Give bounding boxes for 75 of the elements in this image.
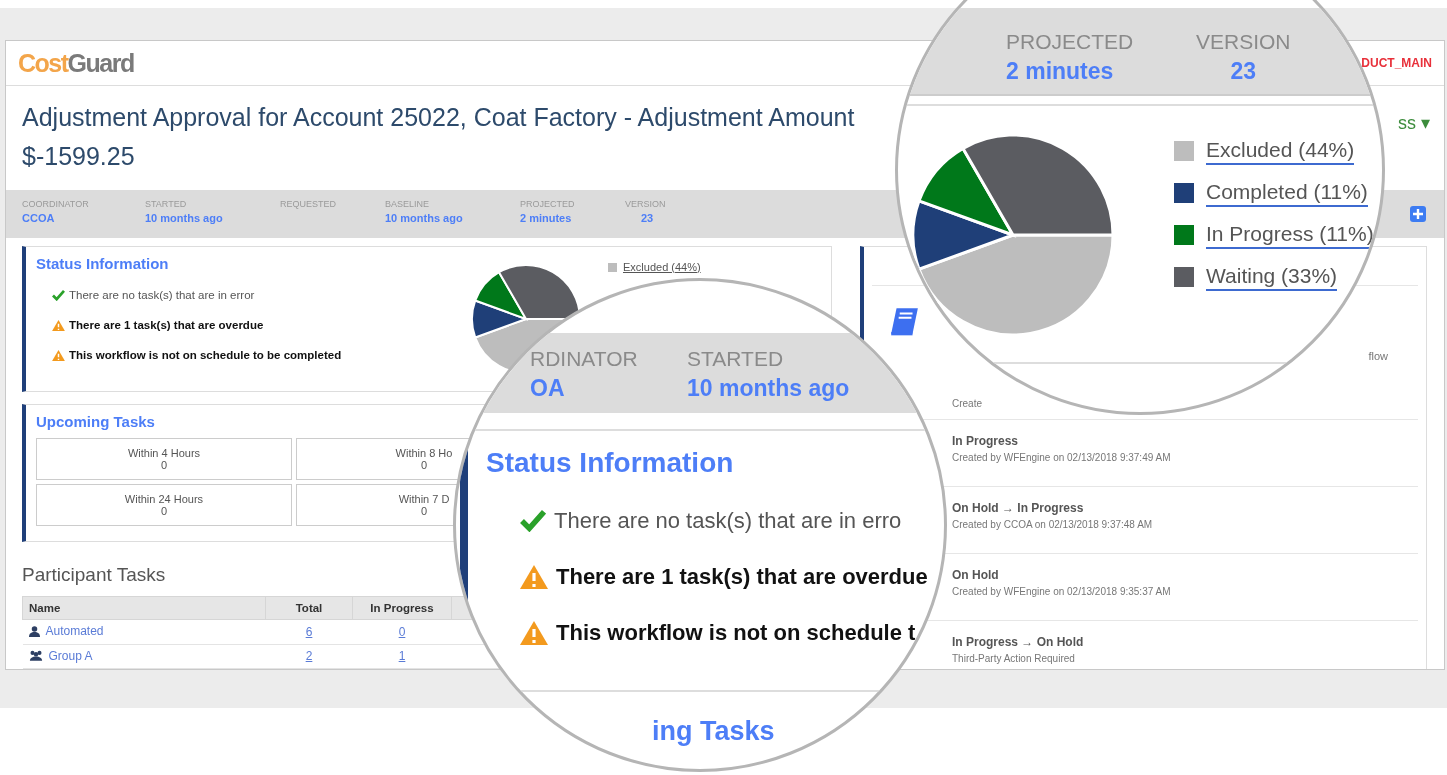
warning-icon [52,319,65,331]
legend-link[interactable]: In Progress (11%) [1206,221,1374,249]
status-message: There are 1 task(s) that are overdue [556,564,928,590]
history-detail: Created by CCOA on 02/13/2018 9:37:48 AM [952,519,1154,530]
count-link[interactable]: 0 [398,624,406,639]
field-value: 2 minutes [1006,58,1115,85]
check-icon [52,289,65,301]
history-title: In Progress → On Hold [952,635,1085,649]
legend-link[interactable]: Excluded (44%) [623,261,701,273]
legend-link[interactable]: Completed (11%) [1206,179,1368,207]
legend-link[interactable]: Excluded (44%) [1206,137,1355,165]
field-label: REQUESTED [280,199,337,209]
cell-label: Within 4 Hours [126,447,202,459]
history-detail: Third-Party Action Required [952,653,1076,664]
count-link[interactable]: 2 [305,649,313,664]
history-title: On Hold [952,568,1000,582]
group-icon [28,650,43,661]
field-value: 10 months ago [145,212,224,224]
field-label: RDINATOR [530,347,638,371]
history-text: flow [1368,350,1388,362]
status-dropdown[interactable]: ss ▾ [1398,112,1430,134]
status-message: This workflow is not on schedule to be completed [69,349,342,361]
logo: CostGuard [18,48,134,78]
history-detail: Created by WFEngine on 02/13/2018 9:37:49 AM [952,452,1172,463]
history-title: In Progress [952,434,1020,448]
book-icon [888,306,920,338]
warning-icon [520,565,548,589]
field-label: VERSION [1196,30,1291,54]
cell-value: 0 [159,459,169,471]
status-message: There are no task(s) that are in erro [554,508,902,534]
section-title: Participant Tasks [22,564,166,586]
card-title: ing Tasks [652,716,775,747]
warning-icon [52,349,65,361]
column-header: In Progress [352,596,452,620]
field-label: PROJECTED [520,199,576,209]
page-title: Adjustment Approval for Account 25022, Coat Factory - Adjustment Amount $-1599.25 [22,102,856,172]
field-label: COORDINATOR [22,199,90,209]
column-header: Name [22,596,266,620]
participant-name: Group A [48,648,93,663]
field-label: STARTED [687,347,784,371]
cell-value: 0 [159,505,169,517]
add-icon[interactable] [1410,206,1426,222]
legend-link[interactable]: Waiting (33%) [1206,263,1338,291]
status-message: This workflow is not on schedule t [556,620,916,646]
count-link[interactable]: 1 [398,649,406,664]
history-title: On Hold → In Progress [952,501,1085,515]
field-value: 23 [640,212,655,224]
card-title: Status Information [486,447,735,479]
field-label: PROJECTED [1006,30,1135,54]
status-message: There are 1 task(s) that are overdue [69,319,264,331]
cell-label: Within 8 Ho [394,447,454,459]
field-value: 10 months ago [687,375,850,402]
field-value: 2 minutes [520,212,573,224]
field-value: OA [530,375,565,402]
field-label: STARTED [145,199,188,209]
person-icon [28,625,40,637]
warning-icon [520,621,548,645]
field-value: CCOA [22,212,56,224]
environment-label: DUCT_MAIN [1361,56,1432,70]
field-value: 10 months ago [385,212,464,224]
check-icon [520,510,546,532]
history-detail: Create [952,398,982,409]
column-header: Total [265,596,353,620]
cell-value: 0 [419,505,429,517]
count-link[interactable]: 6 [305,624,313,639]
card-title: Upcoming Tasks [36,413,156,430]
card-title: Status Information [36,255,170,272]
cell-label: Within 7 D [397,493,451,505]
participant-name: Automated [45,624,104,638]
field-label: VERSION [625,199,667,209]
field-label: BASELINE [385,199,431,209]
cell-label: Within 24 Hours [123,493,205,505]
history-detail: Created by WFEngine on 02/13/2018 9:35:37 AM [952,586,1172,597]
field-value: 23 [1229,58,1258,85]
status-message: There are no task(s) that are in error [69,289,255,301]
